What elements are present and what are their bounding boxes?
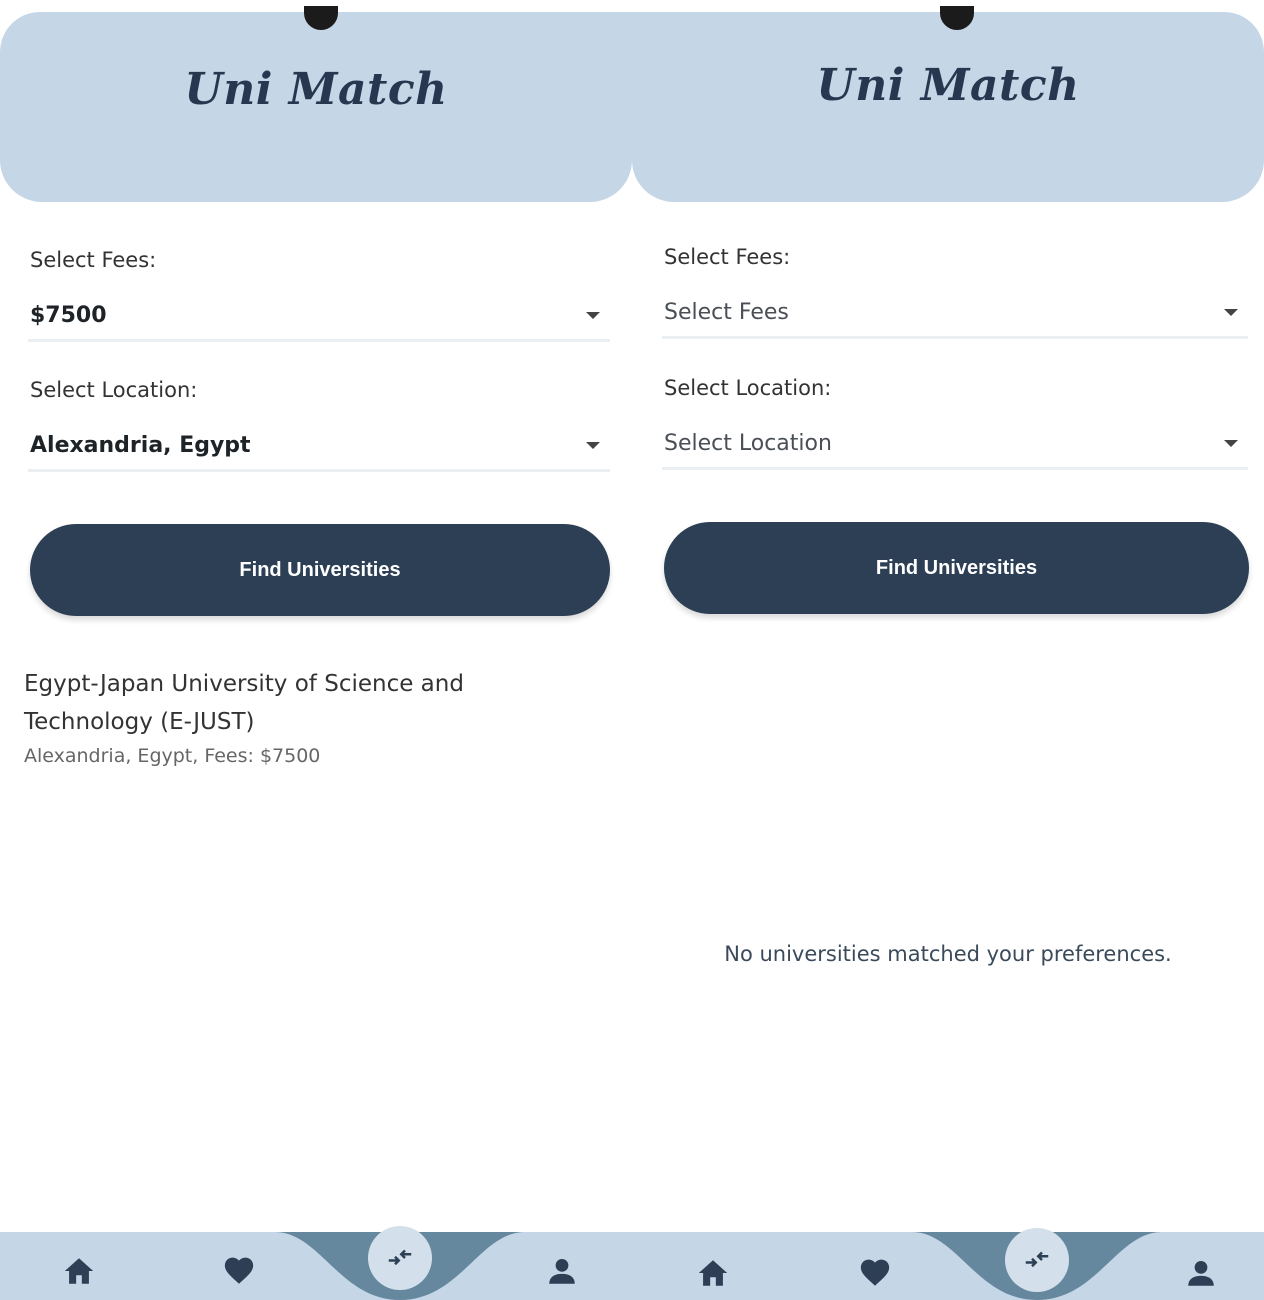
- find-universities-button[interactable]: Find Universities: [30, 524, 610, 616]
- compare-icon: [388, 1249, 412, 1266]
- app-title: Uni Match: [184, 64, 448, 115]
- camera-notch: [940, 6, 974, 30]
- heart-icon[interactable]: [858, 1256, 892, 1290]
- fees-dropdown[interactable]: $7500: [28, 292, 610, 342]
- location-selected-value: Alexandria, Egypt: [30, 433, 251, 458]
- home-icon[interactable]: [62, 1254, 96, 1288]
- app-title: Uni Match: [816, 60, 1080, 111]
- location-placeholder: Select Location: [664, 431, 832, 456]
- location-dropdown[interactable]: Alexandria, Egypt: [28, 422, 610, 472]
- camera-notch: [304, 6, 338, 30]
- compare-button[interactable]: [1005, 1228, 1069, 1292]
- result-university-meta: Alexandria, Egypt, Fees: $7500: [24, 745, 321, 767]
- app-header: Uni Match: [632, 6, 1264, 202]
- left-screen: Uni Match Select Fees: $7500 Select Loca…: [0, 0, 632, 1300]
- person-icon[interactable]: [1184, 1256, 1218, 1290]
- chevron-down-icon: [1224, 309, 1238, 316]
- bottom-nav: [632, 1228, 1264, 1300]
- fees-label: Select Fees:: [30, 248, 157, 272]
- bottom-nav: [0, 1226, 632, 1300]
- chevron-down-icon: [586, 312, 600, 319]
- compare-button[interactable]: [368, 1226, 432, 1290]
- chevron-down-icon: [586, 442, 600, 449]
- location-label: Select Location:: [30, 378, 198, 402]
- fees-placeholder: Select Fees: [664, 300, 789, 325]
- empty-results-message: No universities matched your preferences…: [724, 942, 1172, 966]
- chevron-down-icon: [1224, 440, 1238, 447]
- app-header: Uni Match: [0, 6, 632, 202]
- fees-label: Select Fees:: [664, 245, 791, 269]
- fees-dropdown[interactable]: Select Fees: [662, 289, 1248, 339]
- home-icon[interactable]: [696, 1256, 730, 1290]
- result-university-name[interactable]: Egypt-Japan University of Science and Te…: [24, 665, 524, 741]
- right-screen: Uni Match Select Fees: Select Fees Selec…: [632, 0, 1264, 1300]
- person-icon[interactable]: [545, 1254, 579, 1288]
- compare-icon: [1025, 1251, 1049, 1268]
- location-dropdown[interactable]: Select Location: [662, 420, 1248, 470]
- find-universities-button[interactable]: Find Universities: [664, 522, 1249, 614]
- fees-selected-value: $7500: [30, 303, 107, 328]
- location-label: Select Location:: [664, 376, 832, 400]
- heart-icon[interactable]: [222, 1254, 256, 1288]
